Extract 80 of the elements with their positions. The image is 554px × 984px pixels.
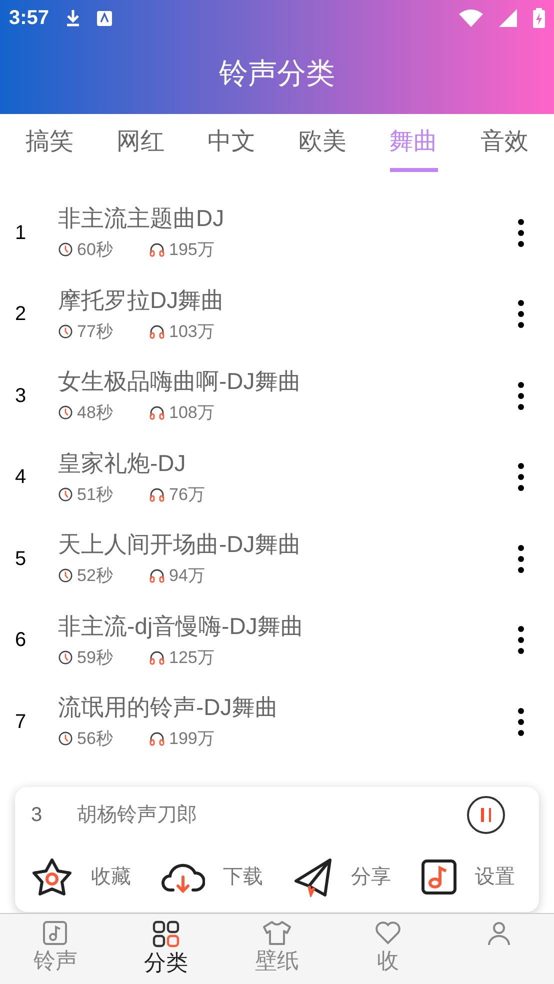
- song-index: 5: [15, 548, 26, 570]
- music-note-icon: [42, 920, 68, 946]
- category-tab[interactable]: 搞笑: [4, 114, 95, 178]
- song-duration: 51秒: [77, 484, 114, 506]
- keyboard-icon: [97, 10, 112, 26]
- nav-tab[interactable]: 壁纸: [222, 914, 332, 984]
- more-icon: [518, 544, 524, 573]
- category-tab[interactable]: 音效: [459, 114, 550, 178]
- more-icon: [518, 218, 524, 247]
- song-title[interactable]: 非主流-dj音慢嗨-DJ舞曲: [58, 610, 506, 640]
- nav-tab[interactable]: 分类: [110, 914, 222, 984]
- more-icon: [518, 708, 524, 736]
- paper-plane-icon: [293, 857, 333, 897]
- download-icon: [65, 9, 82, 27]
- play-count: 199万: [169, 728, 214, 750]
- play-count: 103万: [169, 320, 214, 342]
- play-count: 195万: [169, 239, 214, 261]
- player-action[interactable]: 收藏: [31, 857, 131, 897]
- more-icon: [518, 300, 524, 328]
- more-icon: [518, 382, 524, 410]
- person-icon: [486, 920, 512, 946]
- player-title: 胡杨铃声刀郎: [77, 802, 198, 828]
- song-title[interactable]: 流氓用的铃声-DJ舞曲: [58, 692, 506, 722]
- song-index: 7: [15, 710, 26, 733]
- song-duration: 52秒: [77, 565, 114, 587]
- signal-icon: [499, 9, 517, 27]
- song-duration: 77秒: [77, 320, 114, 342]
- headphones-icon: [149, 242, 165, 258]
- play-count: 76万: [169, 484, 205, 506]
- category-tab[interactable]: 中文: [186, 114, 277, 178]
- player-action[interactable]: 设置: [421, 859, 515, 895]
- song-index: 4: [15, 466, 26, 488]
- play-count: 108万: [169, 402, 214, 424]
- heart-icon: [374, 920, 402, 946]
- headphones-icon: [149, 405, 165, 420]
- music-note-icon: [421, 859, 457, 895]
- player-action[interactable]: 下载: [161, 859, 263, 895]
- song-duration: 59秒: [77, 646, 114, 668]
- star-icon: [31, 857, 73, 897]
- clock-icon: [58, 486, 73, 502]
- song-index: 6: [15, 629, 26, 652]
- more-icon: [518, 463, 524, 492]
- song-title[interactable]: 摩托罗拉DJ舞曲: [58, 284, 506, 314]
- clock-icon: [58, 242, 73, 258]
- more-icon: [518, 626, 524, 654]
- category-tab[interactable]: 网红: [95, 114, 186, 178]
- headphones-icon: [149, 568, 165, 584]
- pause-button[interactable]: [467, 796, 505, 834]
- headphones-icon: [149, 486, 165, 502]
- clock-icon: [58, 568, 73, 584]
- song-duration: 48秒: [77, 402, 114, 424]
- song-title[interactable]: 皇家礼炮-DJ: [58, 448, 506, 478]
- page-title: 铃声分类: [219, 57, 335, 92]
- t-shirt-icon: [262, 920, 292, 946]
- play-count: 94万: [169, 565, 205, 587]
- clock-icon: [58, 324, 73, 339]
- nav-tab[interactable]: 铃声: [0, 914, 111, 984]
- clock-icon: [58, 650, 73, 665]
- song-index: 3: [15, 384, 26, 407]
- song-index: 1: [15, 222, 26, 244]
- status-time: 3:57: [9, 6, 50, 31]
- headphones-icon: [149, 731, 165, 746]
- category-tab[interactable]: 欧美: [277, 114, 368, 178]
- clock-icon: [58, 731, 73, 746]
- battery-icon: [533, 8, 545, 28]
- song-title[interactable]: 非主流主题曲DJ: [58, 203, 506, 233]
- player-index: 3: [31, 802, 44, 828]
- song-title[interactable]: 天上人间开场曲-DJ舞曲: [58, 529, 506, 559]
- grid-icon: [152, 920, 180, 948]
- play-count: 125万: [169, 646, 214, 668]
- song-duration: 56秒: [77, 728, 114, 750]
- headphones-icon: [149, 650, 165, 665]
- song-title[interactable]: 女生极品嗨曲啊-DJ舞曲: [58, 366, 506, 396]
- wifi-icon: [459, 9, 483, 27]
- player-action[interactable]: 分享: [293, 857, 391, 897]
- song-index: 2: [15, 303, 26, 326]
- song-duration: 60秒: [77, 239, 114, 261]
- headphones-icon: [149, 324, 165, 339]
- nav-tab[interactable]: 收: [332, 914, 444, 984]
- clock-icon: [58, 405, 73, 420]
